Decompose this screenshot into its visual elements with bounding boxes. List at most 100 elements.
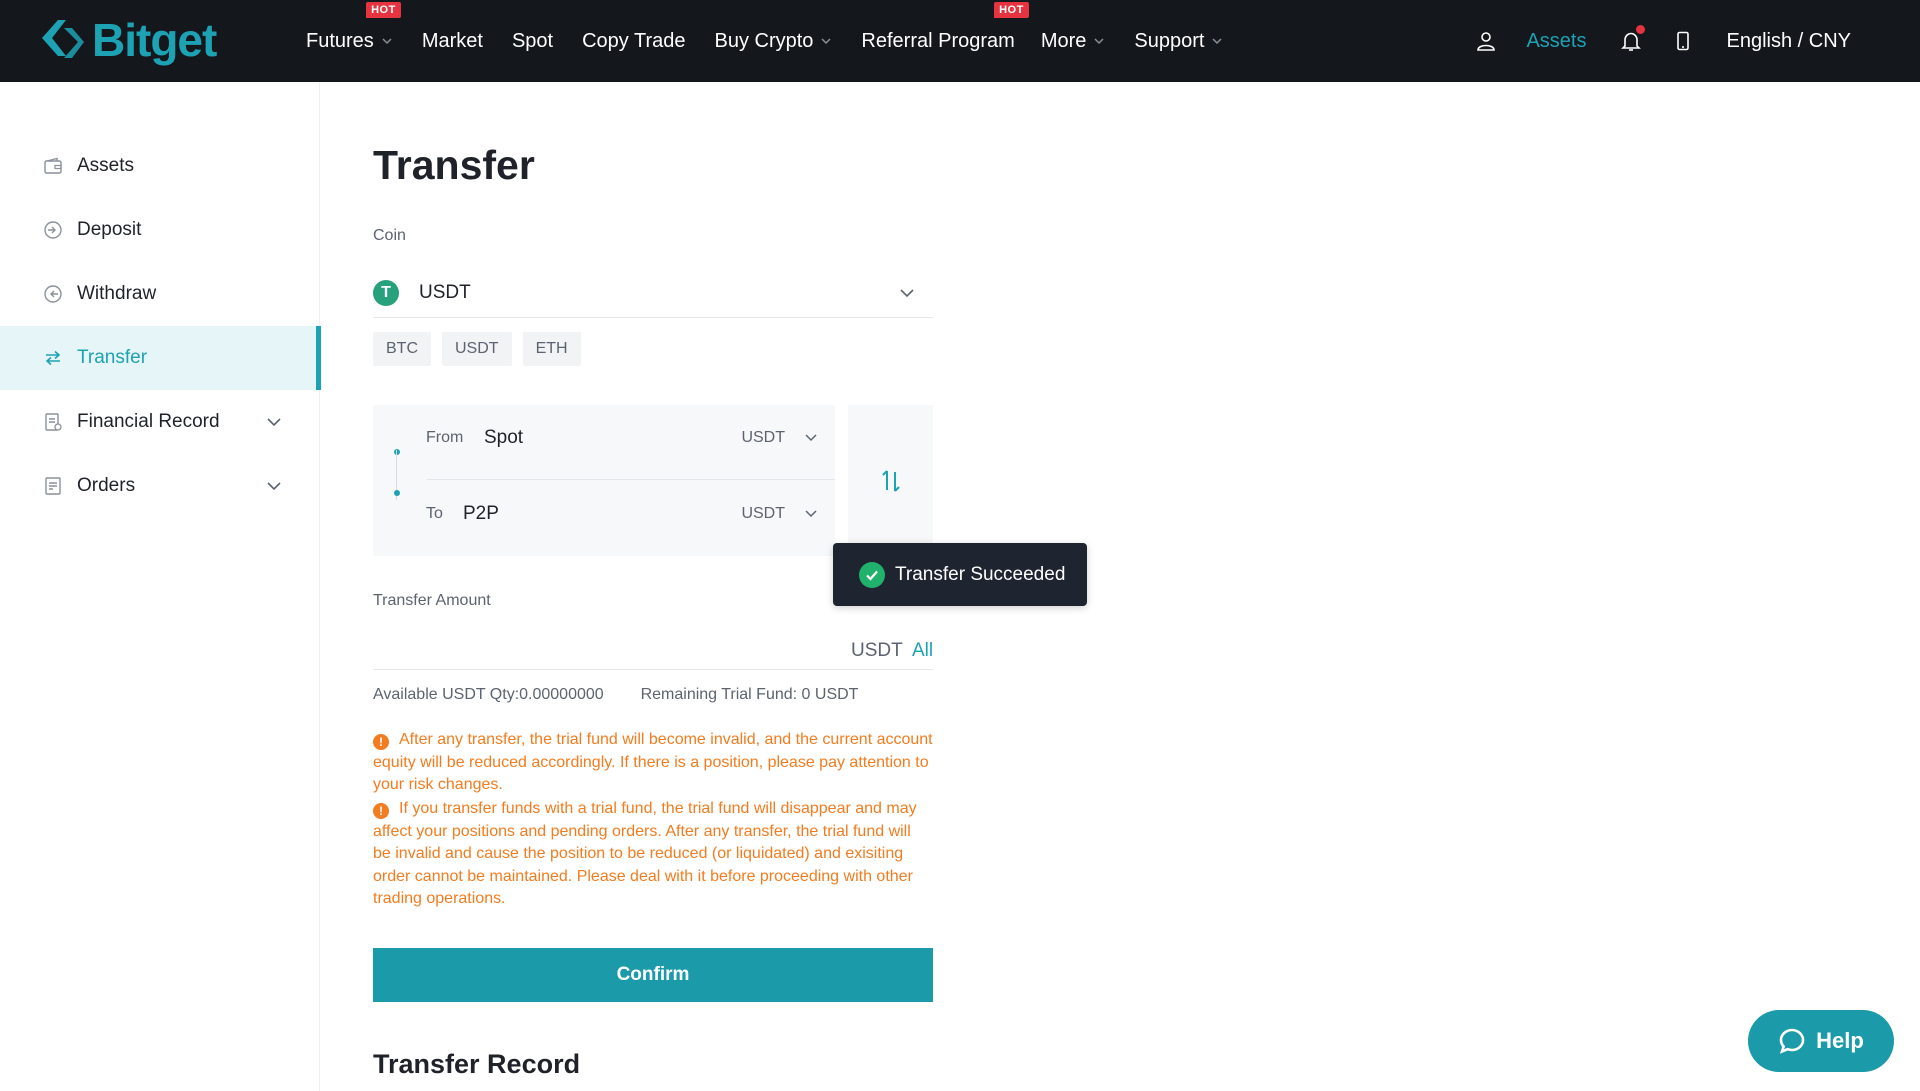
nav-support-label: Support [1134, 29, 1205, 52]
nav-copy-trade[interactable]: Copy Trade [582, 30, 685, 53]
warning-message: ! After any transfer, the trial fund will… [373, 729, 933, 797]
coin-select[interactable]: T USDT [373, 268, 933, 318]
nav-more-label: More [1040, 29, 1087, 52]
coin-label: Coin [373, 227, 406, 244]
remaining-trial-fund: Remaining Trial Fund: 0 USDT [640, 686, 859, 703]
chevron-down-icon [805, 510, 817, 518]
check-circle-icon [859, 561, 885, 588]
swap-icon [881, 469, 900, 492]
coin-quick-chips: BTC USDT ETH [373, 332, 592, 366]
notification-dot [1635, 25, 1645, 34]
transfer-amount-input[interactable] [373, 632, 833, 668]
nav-market-label: Market [421, 29, 483, 52]
nav-referral-program[interactable]: Referral Program HOT [861, 1, 1029, 53]
mobile-app-icon[interactable] [1671, 29, 1695, 53]
nav-support[interactable]: Support [1134, 30, 1223, 53]
nav-buy-crypto[interactable]: Buy Crypto [714, 30, 832, 53]
warning-icon: ! [373, 734, 389, 750]
to-coin: USDT [741, 505, 785, 522]
wallet-icon [42, 155, 64, 177]
amount-underline [373, 669, 933, 670]
help-button[interactable]: Help [1748, 1010, 1894, 1072]
sidebar-item-label: Withdraw [77, 283, 157, 304]
selected-coin: USDT [419, 281, 471, 303]
chevron-down-icon [1212, 38, 1222, 45]
chevron-down-icon [267, 418, 281, 427]
sidebar-item-assets[interactable]: Assets [0, 134, 320, 198]
chat-bubble-icon [1779, 1028, 1805, 1054]
from-account-select[interactable]: From Spot USDT [373, 405, 835, 479]
all-button[interactable]: All [912, 640, 933, 662]
nav-buy-crypto-label: Buy Crypto [714, 29, 814, 52]
nav-more[interactable]: More [1041, 30, 1106, 53]
sidebar-item-withdraw[interactable]: Withdraw [0, 262, 320, 326]
chevron-down-icon [821, 38, 831, 45]
language-selector[interactable]: English / CNY [1727, 30, 1852, 53]
chevron-down-icon [1094, 38, 1104, 45]
chevron-down-icon [805, 434, 817, 442]
nav-right: Assets English / CNY [1474, 0, 1920, 82]
transfer-accounts-box: From Spot USDT To P2P USDT [373, 405, 835, 556]
from-label: From [426, 429, 464, 446]
from-coin: USDT [741, 429, 785, 446]
nav-futures-label: Futures [306, 29, 374, 52]
top-navigation-bar: Bitget Futures HOT Market Spot Copy Trad… [0, 0, 1920, 82]
sidebar-item-label: Transfer [77, 347, 148, 368]
transfer-record-title: Transfer Record [373, 1049, 581, 1079]
toast-message: Transfer Succeeded [895, 563, 1066, 585]
nav-spot-label: Spot [511, 29, 554, 52]
withdraw-icon [42, 283, 64, 305]
warning-text: After any transfer, the trial fund will … [373, 731, 933, 794]
confirm-button[interactable]: Confirm [373, 948, 933, 1002]
bitget-logo-icon [42, 20, 84, 58]
nav-referral-program-label: Referral Program [861, 29, 1015, 52]
hot-badge: HOT [366, 1, 401, 18]
coin-chip-usdt[interactable]: USDT [442, 332, 512, 366]
chevron-down-icon [267, 482, 281, 491]
coin-chip-btc[interactable]: BTC [373, 332, 431, 366]
nav-assets-link[interactable]: Assets [1526, 30, 1586, 53]
user-icon[interactable] [1474, 29, 1498, 53]
deposit-icon [42, 219, 64, 241]
transfer-amount-label: Transfer Amount [373, 592, 491, 609]
sidebar-item-label: Assets [77, 155, 135, 176]
chevron-down-icon [382, 38, 392, 45]
nav-futures[interactable]: Futures HOT [306, 1, 401, 53]
help-label: Help [1816, 1028, 1864, 1053]
main-nav: Futures HOT Market Spot Copy Trade Buy C… [306, 0, 1252, 82]
success-toast: Transfer Succeeded [833, 543, 1087, 606]
warning-icon: ! [373, 803, 389, 819]
to-account: P2P [463, 503, 499, 524]
sidebar-item-label: Orders [77, 475, 136, 496]
chevron-down-icon [900, 288, 914, 297]
bitget-logo-text: Bitget [92, 14, 217, 66]
usdt-coin-icon: T [373, 279, 399, 306]
sidebar-item-label: Financial Record [77, 411, 220, 432]
nav-market[interactable]: Market [422, 30, 483, 53]
record-icon [42, 411, 64, 433]
warning-text: If you transfer funds with a trial fund,… [373, 800, 917, 908]
coin-chip-eth[interactable]: ETH [522, 332, 581, 366]
available-qty: Available USDT Qty:0.00000000 [373, 686, 604, 703]
sidebar-item-transfer[interactable]: Transfer [0, 326, 321, 390]
sidebar-item-orders[interactable]: Orders [0, 454, 320, 518]
bitget-logo[interactable]: Bitget [38, 14, 217, 66]
hot-badge: HOT [994, 1, 1029, 18]
sidebar-item-deposit[interactable]: Deposit [0, 198, 320, 262]
bell-icon[interactable] [1619, 25, 1645, 53]
nav-copy-trade-label: Copy Trade [582, 29, 686, 52]
orders-icon [42, 475, 64, 497]
sidebar-item-financial-record[interactable]: Financial Record [0, 390, 320, 454]
sidebar: Assets Deposit Withdraw Transfer Financi… [0, 82, 321, 1091]
to-account-select[interactable]: To P2P USDT [373, 480, 835, 556]
transfer-icon [42, 347, 64, 369]
amount-unit: USDT [851, 640, 903, 661]
to-label: To [426, 505, 443, 522]
swap-accounts-button[interactable] [848, 405, 933, 556]
page-title: Transfer [373, 142, 535, 188]
nav-spot[interactable]: Spot [512, 30, 553, 53]
sidebar-item-label: Deposit [77, 219, 142, 240]
balance-info: Available USDT Qty:0.00000000 Remaining … [373, 686, 858, 704]
from-account: Spot [484, 427, 524, 448]
warning-message: ! If you transfer funds with a trial fund… [373, 798, 933, 911]
